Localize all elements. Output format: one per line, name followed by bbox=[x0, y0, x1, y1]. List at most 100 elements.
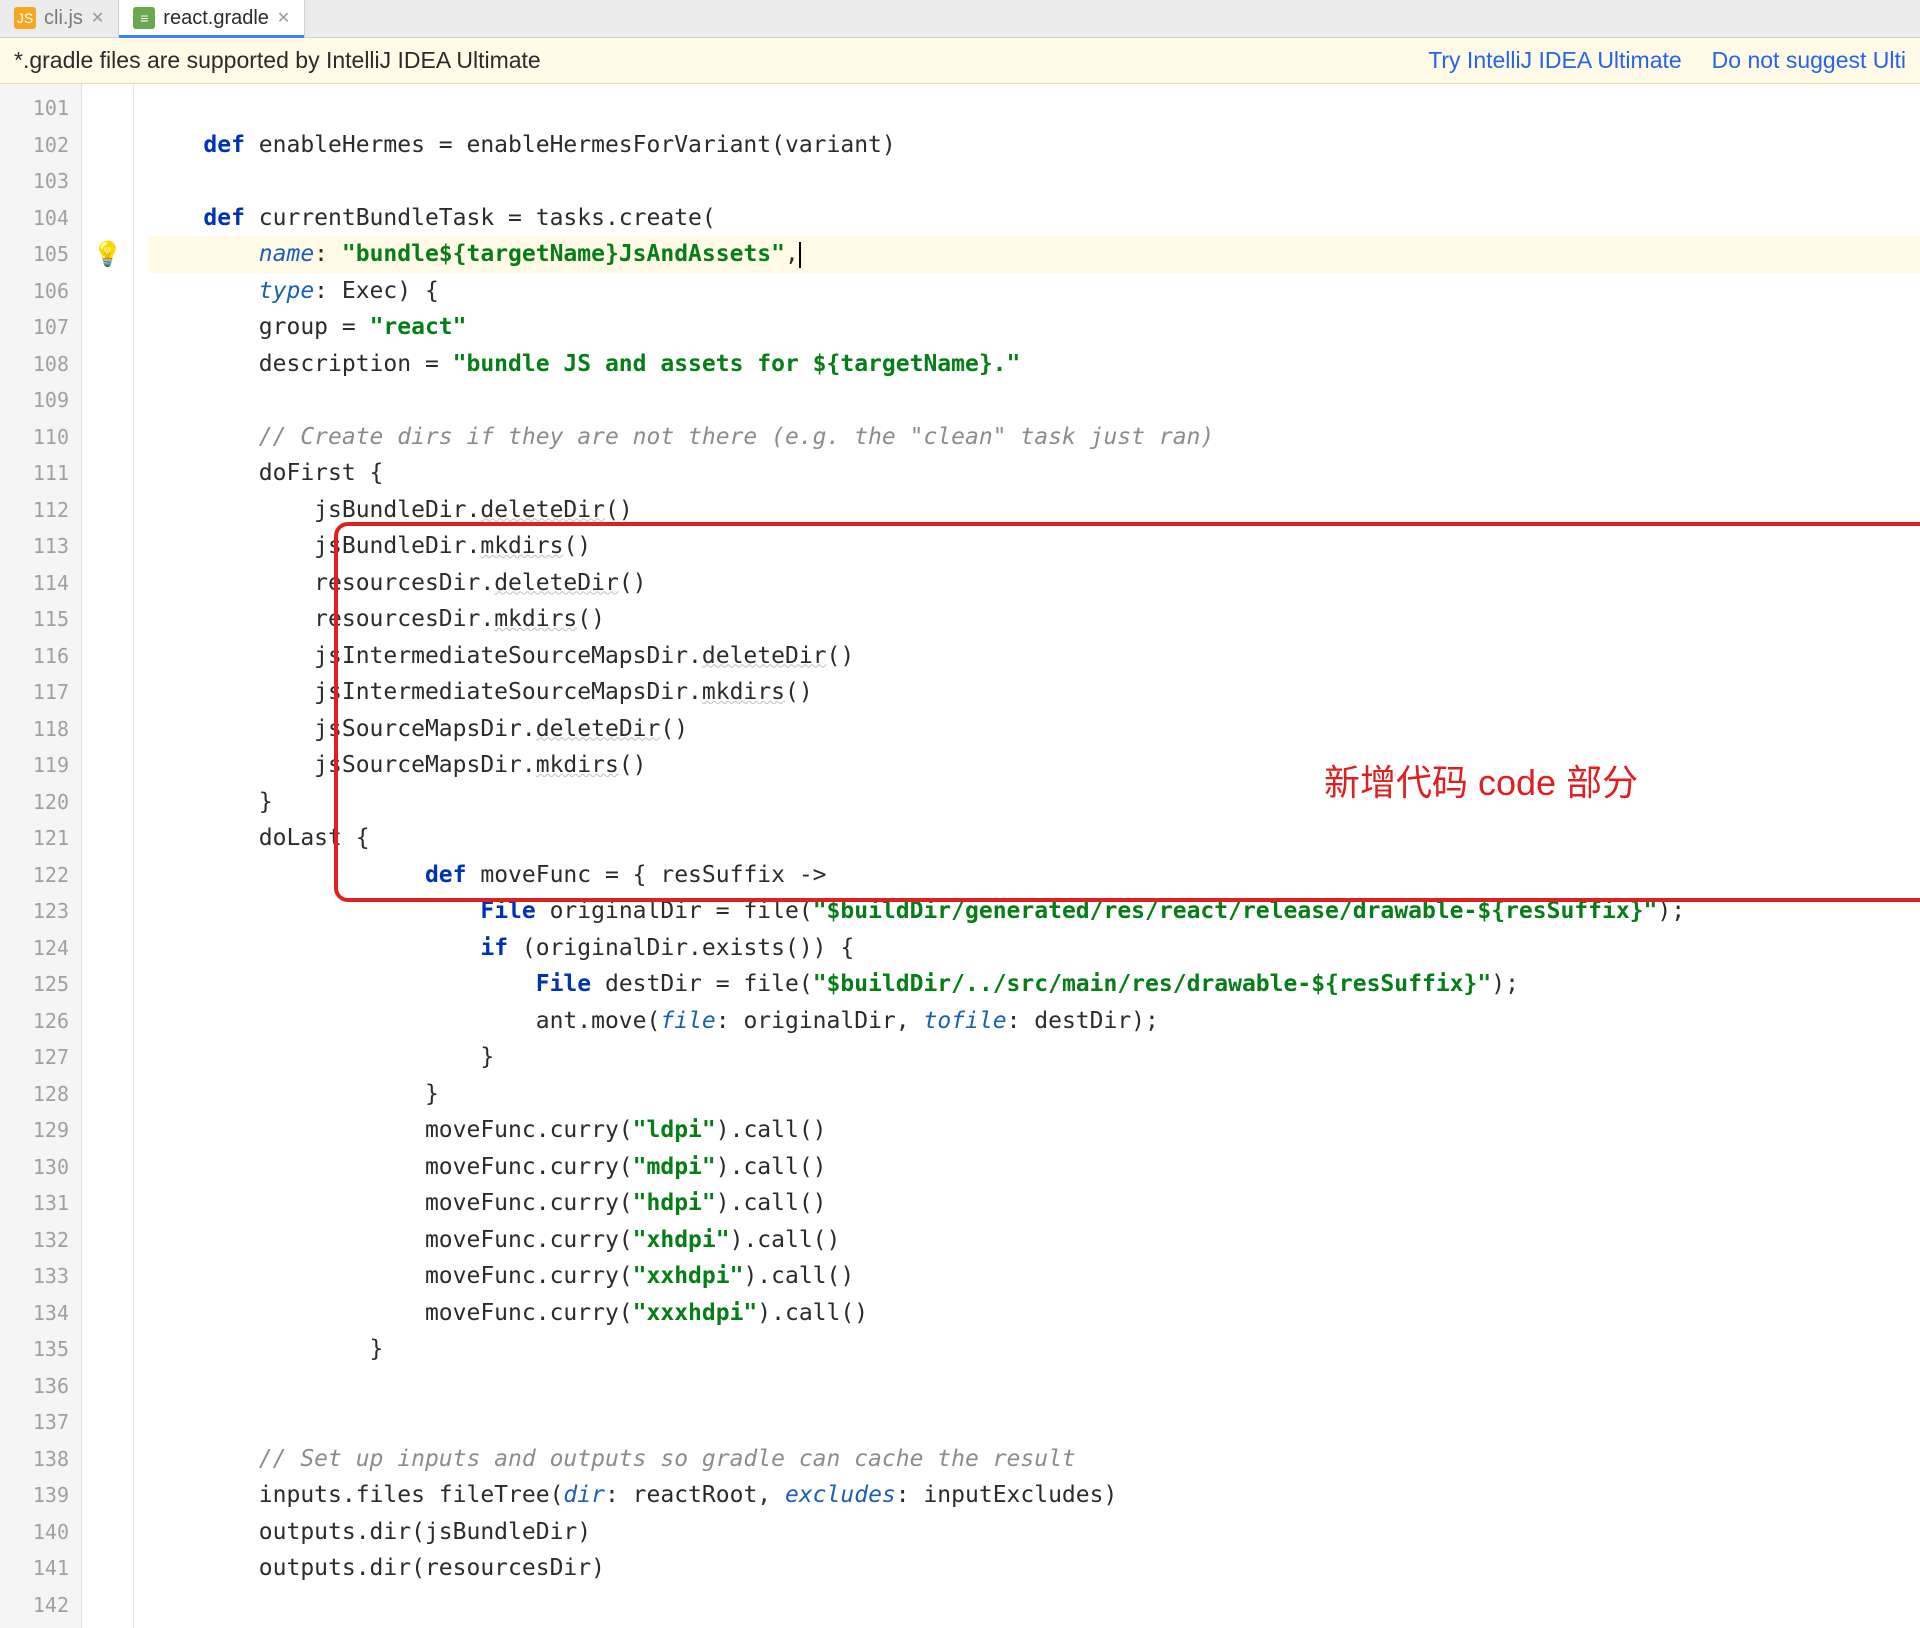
code-line[interactable]: description = "bundle JS and assets for … bbox=[148, 346, 1920, 383]
glyph-slot bbox=[82, 1003, 133, 1040]
code-line[interactable]: doFirst { bbox=[148, 455, 1920, 492]
code-line[interactable] bbox=[148, 1368, 1920, 1405]
glyph-slot bbox=[82, 1149, 133, 1186]
line-number: 137 bbox=[0, 1404, 81, 1441]
code-line[interactable]: jsSourceMapsDir.mkdirs() bbox=[148, 747, 1920, 784]
code-line[interactable] bbox=[148, 382, 1920, 419]
code-line[interactable]: } bbox=[148, 784, 1920, 821]
code-line[interactable]: // Set up inputs and outputs so gradle c… bbox=[148, 1441, 1920, 1478]
dismiss-suggestion-link[interactable]: Do not suggest Ulti bbox=[1712, 47, 1906, 74]
line-number: 131 bbox=[0, 1185, 81, 1222]
code-line[interactable]: resourcesDir.mkdirs() bbox=[148, 601, 1920, 638]
tab-cli-js[interactable]: JS cli.js ✕ bbox=[0, 0, 119, 37]
line-number: 112 bbox=[0, 492, 81, 529]
code-line[interactable] bbox=[148, 1404, 1920, 1441]
banner-text: *.gradle files are supported by IntelliJ… bbox=[14, 47, 541, 74]
code-line[interactable]: moveFunc.curry("hdpi").call() bbox=[148, 1185, 1920, 1222]
glyph-slot bbox=[82, 1477, 133, 1514]
code-line[interactable]: moveFunc.curry("xxxhdpi").call() bbox=[148, 1295, 1920, 1332]
code-line[interactable]: group = "react" bbox=[148, 309, 1920, 346]
code-line[interactable]: if (originalDir.exists()) { bbox=[148, 930, 1920, 967]
tab-react-gradle[interactable]: ≡ react.gradle ✕ bbox=[119, 0, 305, 37]
line-number: 118 bbox=[0, 711, 81, 748]
code-line[interactable]: jsBundleDir.mkdirs() bbox=[148, 528, 1920, 565]
code-line[interactable]: jsIntermediateSourceMapsDir.deleteDir() bbox=[148, 638, 1920, 675]
glyph-slot bbox=[82, 346, 133, 383]
line-number: 107 bbox=[0, 309, 81, 346]
glyph-slot bbox=[82, 1258, 133, 1295]
line-number: 115 bbox=[0, 601, 81, 638]
code-line[interactable]: outputs.dir(resourcesDir) bbox=[148, 1550, 1920, 1587]
code-line[interactable]: def enableHermes = enableHermesForVarian… bbox=[148, 127, 1920, 164]
code-line[interactable]: moveFunc.curry("mdpi").call() bbox=[148, 1149, 1920, 1186]
glyph-slot bbox=[82, 90, 133, 127]
line-number: 134 bbox=[0, 1295, 81, 1332]
code-line[interactable]: outputs.dir(jsBundleDir) bbox=[148, 1514, 1920, 1551]
code-line[interactable]: name: "bundle${targetName}JsAndAssets", bbox=[148, 236, 1920, 273]
intention-bulb-icon[interactable]: 💡 bbox=[93, 240, 123, 269]
line-number: 133 bbox=[0, 1258, 81, 1295]
line-number: 136 bbox=[0, 1368, 81, 1405]
line-number: 132 bbox=[0, 1222, 81, 1259]
glyph-slot bbox=[82, 309, 133, 346]
glyph-slot bbox=[82, 528, 133, 565]
code-line[interactable] bbox=[148, 90, 1920, 127]
glyph-slot bbox=[82, 1441, 133, 1478]
code-line[interactable]: def currentBundleTask = tasks.create( bbox=[148, 200, 1920, 237]
code-line[interactable]: inputs.files fileTree(dir: reactRoot, ex… bbox=[148, 1477, 1920, 1514]
code-line[interactable]: type: Exec) { bbox=[148, 273, 1920, 310]
line-number: 139 bbox=[0, 1477, 81, 1514]
line-number: 105 bbox=[0, 236, 81, 273]
glyph-slot bbox=[82, 127, 133, 164]
line-number: 103 bbox=[0, 163, 81, 200]
code-line[interactable]: File destDir = file("$buildDir/../src/ma… bbox=[148, 966, 1920, 1003]
code-line[interactable]: moveFunc.curry("xxhdpi").call() bbox=[148, 1258, 1920, 1295]
close-icon[interactable]: ✕ bbox=[91, 8, 104, 28]
glyph-slot: 💡 bbox=[82, 236, 133, 273]
code-line[interactable]: } bbox=[148, 1331, 1920, 1368]
glyph-slot bbox=[82, 711, 133, 748]
code-line[interactable]: } bbox=[148, 1076, 1920, 1113]
code-line[interactable]: def moveFunc = { resSuffix -> bbox=[148, 857, 1920, 894]
code-line[interactable]: } bbox=[148, 1039, 1920, 1076]
line-number: 111 bbox=[0, 455, 81, 492]
code-line[interactable]: moveFunc.curry("ldpi").call() bbox=[148, 1112, 1920, 1149]
glyph-slot bbox=[82, 674, 133, 711]
code-line[interactable]: resourcesDir.deleteDir() bbox=[148, 565, 1920, 602]
code-line[interactable]: jsBundleDir.deleteDir() bbox=[148, 492, 1920, 529]
line-number: 122 bbox=[0, 857, 81, 894]
glyph-slot bbox=[82, 492, 133, 529]
glyph-slot bbox=[82, 1404, 133, 1441]
notification-banner: *.gradle files are supported by IntelliJ… bbox=[0, 38, 1920, 84]
line-number: 101 bbox=[0, 90, 81, 127]
code-line[interactable] bbox=[148, 163, 1920, 200]
code-line[interactable]: doLast { bbox=[148, 820, 1920, 857]
code-line[interactable]: jsSourceMapsDir.deleteDir() bbox=[148, 711, 1920, 748]
code-line[interactable]: moveFunc.curry("xhdpi").call() bbox=[148, 1222, 1920, 1259]
line-number: 129 bbox=[0, 1112, 81, 1149]
line-number: 135 bbox=[0, 1331, 81, 1368]
line-number: 140 bbox=[0, 1514, 81, 1551]
line-number: 124 bbox=[0, 930, 81, 967]
glyph-slot bbox=[82, 1587, 133, 1624]
code-line[interactable]: File originalDir = file("$buildDir/gener… bbox=[148, 893, 1920, 930]
line-number-gutter: 1011021031041051061071081091101111121131… bbox=[0, 84, 82, 1628]
code-line[interactable] bbox=[148, 1587, 1920, 1624]
line-number: 116 bbox=[0, 638, 81, 675]
code-line[interactable]: ant.move(file: originalDir, tofile: dest… bbox=[148, 1003, 1920, 1040]
code-line[interactable]: // Create dirs if they are not there (e.… bbox=[148, 419, 1920, 456]
line-number: 110 bbox=[0, 419, 81, 456]
line-number: 125 bbox=[0, 966, 81, 1003]
line-number: 128 bbox=[0, 1076, 81, 1113]
glyph-slot bbox=[82, 382, 133, 419]
glyph-slot bbox=[82, 200, 133, 237]
line-number: 126 bbox=[0, 1003, 81, 1040]
line-number: 102 bbox=[0, 127, 81, 164]
code-area[interactable]: def enableHermes = enableHermesForVarian… bbox=[134, 84, 1920, 1628]
try-ultimate-link[interactable]: Try IntelliJ IDEA Ultimate bbox=[1428, 47, 1681, 74]
line-number: 141 bbox=[0, 1550, 81, 1587]
code-line[interactable]: jsIntermediateSourceMapsDir.mkdirs() bbox=[148, 674, 1920, 711]
js-file-icon: JS bbox=[14, 7, 36, 29]
code-editor[interactable]: 1011021031041051061071081091101111121131… bbox=[0, 84, 1920, 1628]
close-icon[interactable]: ✕ bbox=[277, 8, 290, 28]
